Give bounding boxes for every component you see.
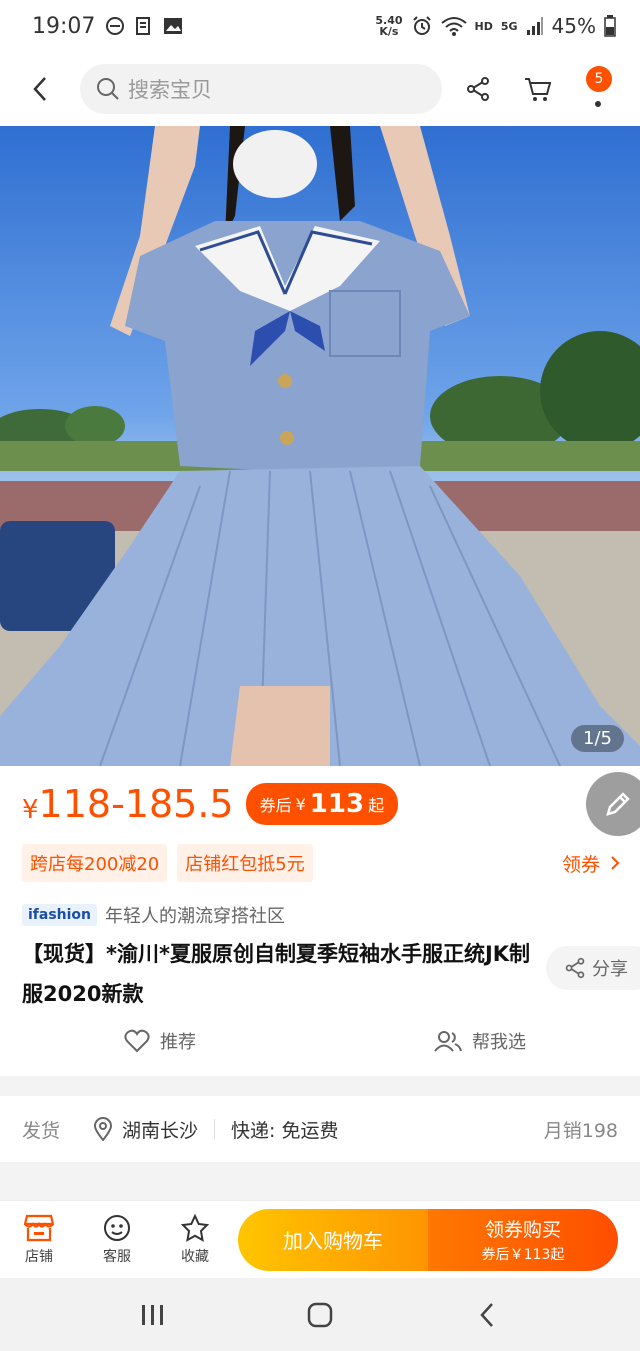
shipping-label: 发货 [22,1119,61,1142]
cart-icon [525,78,552,101]
get-coupon-label: 领券 [561,853,600,876]
search-icon [97,78,119,100]
coupon-label: 券后 [259,796,292,815]
share-button[interactable]: 分享 [546,946,640,990]
cart-badge: 5 [586,66,612,92]
coupon-currency: ¥ [295,794,306,814]
alarm-icon [411,15,433,37]
top-nav: 搜索宝贝 5 [0,52,640,126]
location-pin-icon [94,1117,113,1141]
product-image-carousel[interactable]: 1/5 [0,126,640,766]
star-icon [180,1213,210,1242]
share-label: 分享 [592,959,628,980]
coupon-price: 113 [309,789,365,819]
system-back-button[interactable] [457,1285,517,1345]
gallery-icon [163,17,183,35]
signal-icon [526,16,544,36]
shop-icon [24,1214,54,1241]
chat-smiley-icon [104,1214,130,1241]
wifi-icon [440,16,467,36]
system-nav-bar [0,1278,640,1351]
recommend-button[interactable]: 推荐 [0,1028,320,1054]
price-currency: ¥ [22,795,39,825]
hd-label: HD [474,19,493,33]
status-bar: 19:07 5.40 K/s HD 5G 45% [0,0,640,52]
back-button[interactable] [0,52,80,126]
more-dot-icon [595,101,601,107]
bottom-action-bar: 店铺 客服 收藏 加入购物车 领券购买 券后￥113起 [0,1200,640,1278]
shop-button[interactable]: 店铺 [0,1214,78,1266]
share-icon [565,957,585,979]
battery-percent: 45% [551,14,596,38]
promo-tag-cross-store: 跨店每200减20 [22,844,168,882]
divider [214,1119,216,1139]
shipping-location: 湖南长沙 [122,1119,199,1142]
help-choose-button[interactable]: 帮我选 [320,1028,640,1054]
promo-row: 跨店每200减20 店铺红包抵5元 领券 [22,844,620,882]
cta-group: 加入购物车 领券购买 券后￥113起 [238,1208,618,1271]
home-icon [307,1302,333,1327]
product-info-card: ¥ 118-185.5 券后 ¥ 113 起 跨店每200减20 店铺红包抵5元… [0,766,640,1076]
recommend-label: 推荐 [160,1032,196,1053]
favorite-button[interactable]: 收藏 [156,1213,234,1266]
heart-icon [124,1029,150,1053]
get-coupon-link[interactable]: 领券 [562,850,620,877]
help-choose-label: 帮我选 [472,1032,526,1053]
monthly-sales: 月销198 [543,1119,618,1142]
network-label: 5G [500,19,518,33]
more-button[interactable]: 5 [568,52,628,126]
battery-icon [604,15,616,37]
home-button[interactable] [290,1285,350,1345]
net-speed: 5.40 K/s [375,15,402,37]
shop-label: 店铺 [25,1248,53,1265]
net-speed-unit: K/s [379,25,399,38]
share-icon [467,77,489,101]
people-icon [434,1031,462,1052]
product-title: 【现货】*渝川*夏服原创自制夏季短袖水手服正统JK制服2020新款 [22,942,531,1006]
add-to-cart-button[interactable]: 加入购物车 [238,1208,428,1271]
price-row: ¥ 118-185.5 券后 ¥ 113 起 [22,782,399,826]
promo-tag-store-redpacket: 店铺红包抵5元 [177,844,313,882]
action-row: 推荐 帮我选 [0,1028,640,1054]
brand-slogan: 年轻人的潮流穿搭社区 [105,906,286,927]
ifashion-logo: ifashion [22,904,98,926]
chevron-right-icon [611,856,620,870]
do-not-disturb-icon [105,16,125,36]
product-photo [0,126,640,766]
price-range: 118-185.5 [38,782,234,826]
coupon-suffix: 起 [368,796,385,815]
brand-row: ifashion 年轻人的潮流穿搭社区 [22,902,285,928]
cart-button[interactable] [508,52,568,126]
customer-service-button[interactable]: 客服 [78,1214,156,1266]
share-header-button[interactable] [448,52,508,126]
recent-apps-icon [142,1304,164,1325]
edit-button[interactable] [586,772,640,836]
back-arrow-icon [479,1302,493,1327]
clipboard-icon [135,16,153,36]
chevron-left-icon [33,77,46,101]
shipping-row[interactable]: 发货 湖南长沙 快递: 免运费 月销198 [0,1096,640,1162]
image-counter: 1/5 [571,725,624,752]
buy-with-coupon-button[interactable]: 领券购买 券后￥113起 [428,1208,618,1271]
customer-service-label: 客服 [103,1248,131,1265]
search-input[interactable]: 搜索宝贝 [80,64,442,114]
search-placeholder: 搜索宝贝 [128,78,212,102]
buy-with-coupon-label: 领券购买 [484,1219,561,1241]
status-time: 19:07 [32,13,96,39]
coupon-price-badge: 券后 ¥ 113 起 [245,783,399,825]
pencil-icon [606,792,630,816]
recent-apps-button[interactable] [123,1285,183,1345]
favorite-label: 收藏 [181,1248,209,1265]
shipping-express: 快递: 免运费 [231,1119,339,1142]
buy-coupon-price: 券后￥113起 [481,1247,565,1263]
